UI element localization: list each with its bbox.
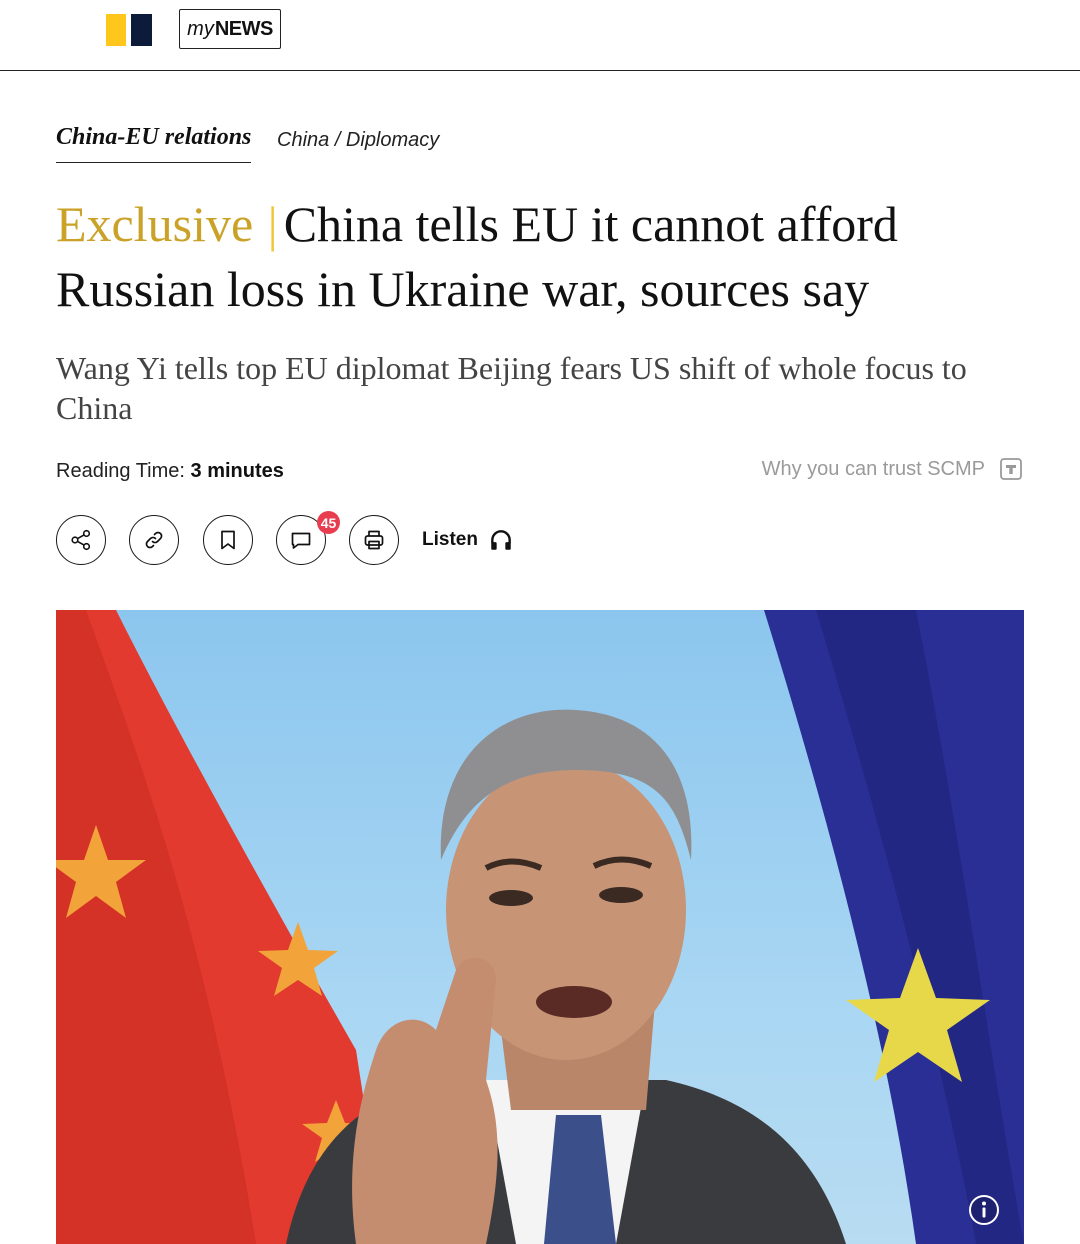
top-navigation-bar: my NEWS (0, 0, 1080, 71)
photo-illustration (56, 610, 1024, 1244)
mynews-prefix: my (187, 17, 214, 40)
speaker-hand (352, 957, 498, 1244)
info-icon[interactable] (968, 1194, 1000, 1226)
mynews-button[interactable]: my NEWS (179, 9, 281, 49)
reading-time-label: Reading Time: (56, 460, 185, 482)
scmp-logo[interactable] (106, 14, 152, 46)
bookmark-button[interactable] (203, 515, 253, 565)
article-headline: Exclusive | China tells EU it cannot affo… (56, 192, 1026, 322)
copy-link-button[interactable] (129, 515, 179, 565)
exclusive-tag: Exclusive (56, 196, 254, 252)
comment-icon (291, 532, 311, 549)
headline-separator: | (267, 196, 278, 252)
logo-navy-block (131, 14, 152, 46)
link-icon (145, 531, 163, 549)
share-icon (71, 529, 91, 551)
reading-time: Reading Time: 3 minutes (56, 460, 284, 483)
print-button[interactable] (349, 515, 399, 565)
mynews-suffix: NEWS (214, 17, 274, 40)
listen-button[interactable]: Listen (422, 527, 514, 553)
reading-time-value: 3 minutes (190, 460, 284, 482)
article-photo[interactable] (56, 610, 1024, 1244)
speaker-eye-left (489, 890, 533, 906)
listen-label: Listen (422, 529, 478, 550)
share-button[interactable] (56, 515, 106, 565)
print-icon (364, 530, 384, 550)
breadcrumb-topic-link[interactable]: China-EU relations (56, 124, 252, 163)
breadcrumb-section-link[interactable]: China / Diplomacy (277, 129, 439, 152)
trust-scmp-label: Why you can trust SCMP (761, 457, 985, 480)
article-subheadline: Wang Yi tells top EU diplomat Beijing fe… (56, 350, 967, 426)
headphones-icon (491, 530, 511, 550)
speaker-mouth (536, 986, 612, 1018)
trust-scmp-link[interactable]: Why you can trust SCMP (762, 457, 1023, 481)
speaker-eye-right (599, 887, 643, 903)
trust-icon (1000, 458, 1022, 480)
bookmark-icon (221, 530, 235, 550)
logo-yellow-block (106, 14, 126, 46)
comment-count-badge: 45 (317, 511, 340, 534)
